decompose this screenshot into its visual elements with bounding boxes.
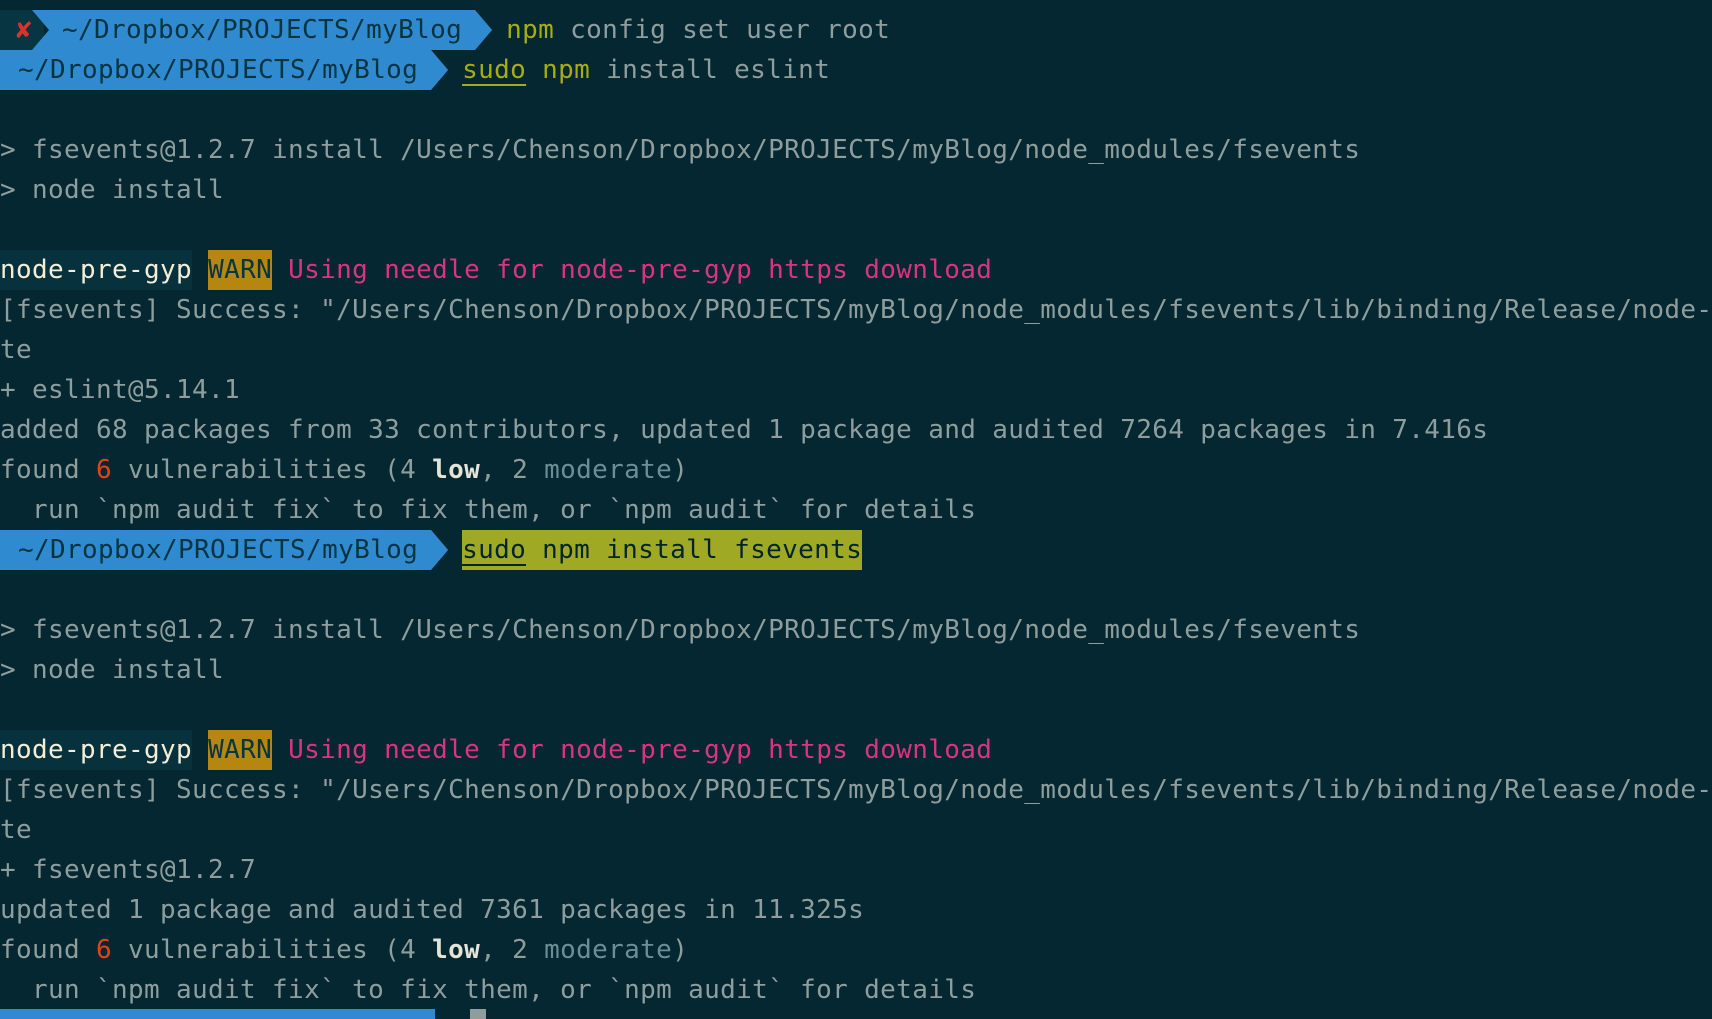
terminal-line: found 6 vulnerabilities (4 low, 2 modera… — [0, 450, 1712, 490]
text-segment: te — [0, 815, 33, 845]
text-segment: low — [432, 455, 481, 485]
text-segment: Using needle for node-pre-gyp https down… — [272, 735, 993, 765]
text-segment: run `npm audit fix` to fix them, or `npm… — [0, 975, 977, 1005]
text-segment: > node install — [0, 175, 225, 205]
text-segment: > node install — [0, 655, 225, 685]
terminal-line: node-pre-gyp WARN Using needle for node-… — [0, 250, 1712, 290]
text-segment: vulnerabilities (4 — [112, 935, 433, 965]
text-segment: [fsevents] Success: "/Users/Chenson/Drop… — [0, 295, 1712, 325]
terminal-line: + eslint@5.14.1 — [0, 370, 1712, 410]
text-segment: moderate — [544, 935, 673, 965]
terminal-line: > fsevents@1.2.7 install /Users/Chenson/… — [0, 610, 1712, 650]
text-segment: te — [0, 335, 33, 365]
terminal-line: > node install — [0, 170, 1712, 210]
terminal-line: run `npm audit fix` to fix them, or `npm… — [0, 970, 1712, 1010]
warn-badge: WARN — [208, 250, 273, 290]
text-segment: 6 — [96, 935, 113, 965]
text-segment — [192, 250, 208, 290]
prompt-path: ~/Dropbox/PROJECTS/myBlog — [0, 530, 448, 570]
text-segment: sudo — [462, 55, 527, 85]
text-segment: > fsevents@1.2.7 install /Users/Chenson/… — [0, 135, 1361, 165]
text-segment: added 68 packages from 33 contributors, … — [0, 415, 1489, 445]
text-segment: ) — [672, 935, 689, 965]
text-segment: ) — [672, 455, 689, 485]
text-segment: , 2 — [480, 935, 545, 965]
terminal-line: ✘ ~/Dropbox/PROJECTS/myBlog npm config set… — [0, 10, 1712, 50]
text-segment: > fsevents@1.2.7 install /Users/Chenson/… — [0, 615, 1361, 645]
text-segment: install eslint — [590, 55, 831, 85]
text-segment: npm — [542, 55, 591, 85]
text-segment: run `npm audit fix` to fix them, or `npm… — [0, 495, 977, 525]
text-segment: + fsevents@1.2.7 — [0, 855, 257, 885]
text-segment: 6 — [96, 455, 113, 485]
text-segment — [192, 730, 208, 770]
text-segment: [fsevents] Success: "/Users/Chenson/Drop… — [0, 775, 1712, 805]
text-segment: found — [0, 455, 97, 485]
text-segment: Using needle for node-pre-gyp https down… — [272, 255, 993, 285]
terminal-cursor — [470, 1009, 486, 1019]
terminal-line: [fsevents] Success: "/Users/Chenson/Drop… — [0, 290, 1712, 330]
terminal-line: found 6 vulnerabilities (4 low, 2 modera… — [0, 930, 1712, 970]
terminal-line: [fsevents] Success: "/Users/Chenson/Drop… — [0, 770, 1712, 810]
text-segment: vulnerabilities (4 — [112, 455, 433, 485]
text-segment: , 2 — [480, 455, 545, 485]
terminal-output[interactable]: ✘ ~/Dropbox/PROJECTS/myBlog npm config set… — [0, 10, 1712, 1010]
text-segment: updated 1 package and audited 7361 packa… — [0, 895, 865, 925]
text-segment — [526, 50, 542, 90]
terminal-line: run `npm audit fix` to fix them, or `npm… — [0, 490, 1712, 530]
text-segment: + eslint@5.14.1 — [0, 375, 241, 405]
text-segment: sudo — [462, 530, 527, 570]
text-segment: node-pre-gyp — [0, 730, 193, 770]
terminal-line: updated 1 package and audited 7361 packa… — [0, 890, 1712, 930]
terminal-line: added 68 packages from 33 contributors, … — [0, 410, 1712, 450]
terminal-line: te — [0, 330, 1712, 370]
terminal-line: ~/Dropbox/PROJECTS/myBlog sudo npm instal… — [0, 530, 1712, 570]
terminal-line: > node install — [0, 650, 1712, 690]
text-segment: moderate — [544, 455, 673, 485]
terminal-line: node-pre-gyp WARN Using needle for node-… — [0, 730, 1712, 770]
terminal-line: ~/Dropbox/PROJECTS/myBlog sudo npm instal… — [0, 50, 1712, 90]
text-segment: node-pre-gyp — [0, 250, 193, 290]
text-segment: low — [432, 935, 481, 965]
text-segment: found — [0, 935, 97, 965]
prompt-path: ~/Dropbox/PROJECTS/myBlog — [32, 10, 492, 50]
text-segment: npm — [506, 15, 555, 45]
next-prompt-path-segment — [0, 1009, 435, 1019]
terminal-line: te — [0, 810, 1712, 850]
terminal-line: > fsevents@1.2.7 install /Users/Chenson/… — [0, 130, 1712, 170]
text-segment: config set user root — [554, 15, 891, 45]
prompt-path: ~/Dropbox/PROJECTS/myBlog — [0, 50, 448, 90]
text-segment: npm install fsevents — [526, 530, 863, 570]
warn-badge: WARN — [208, 730, 273, 770]
terminal-line: + fsevents@1.2.7 — [0, 850, 1712, 890]
